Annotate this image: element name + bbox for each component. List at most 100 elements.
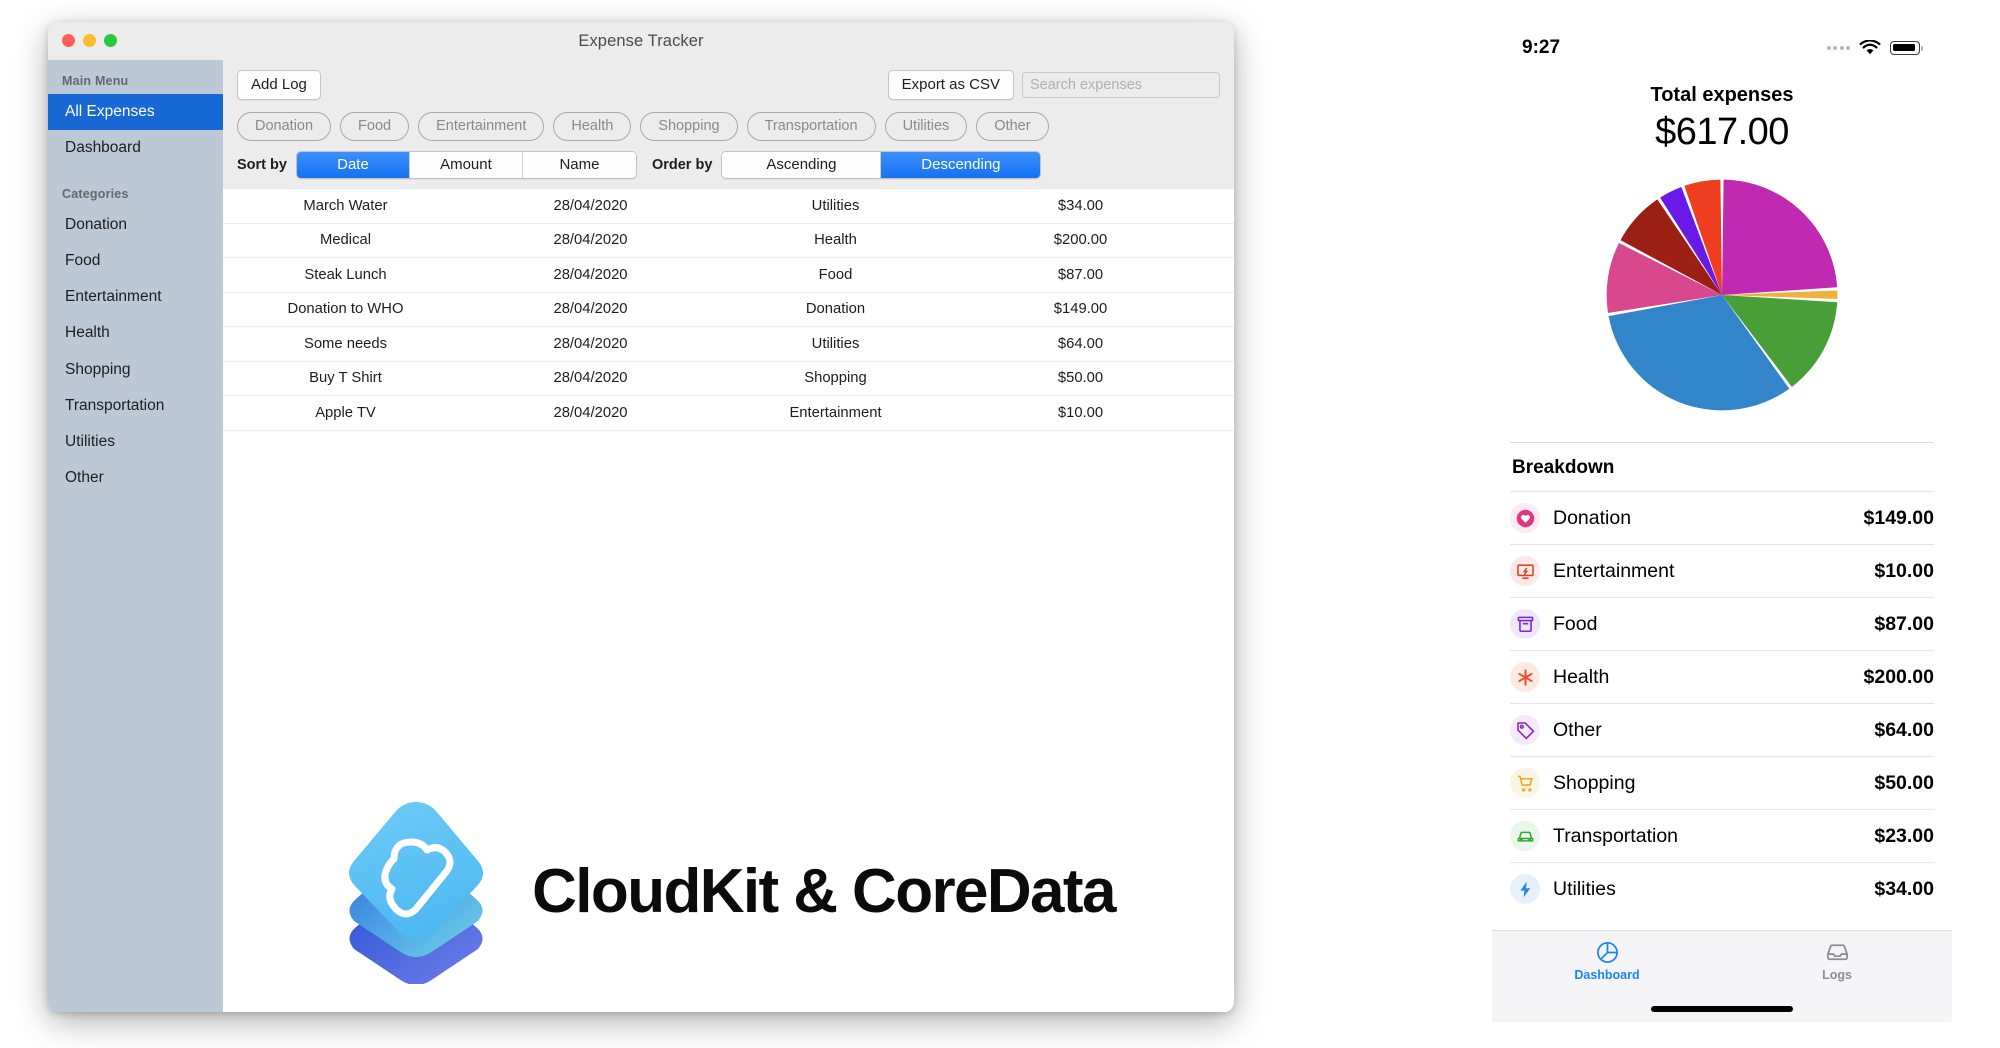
cell-name: Donation to WHO xyxy=(287,301,404,318)
tv-icon xyxy=(1510,556,1540,586)
sidebar-header-categories: Categories xyxy=(62,186,129,201)
breakdown-row-donation[interactable]: Donation $149.00 xyxy=(1510,491,1934,544)
cell-amount: $34.00 xyxy=(1057,197,1104,214)
chip-food[interactable]: Food xyxy=(340,112,410,141)
breakdown-row-shopping[interactable]: Shopping $50.00 xyxy=(1510,756,1934,809)
chip-entertainment[interactable]: Entertainment xyxy=(418,112,545,141)
breakdown-amount: $200.00 xyxy=(1863,665,1935,688)
order-option-descending[interactable]: Descending xyxy=(881,152,1041,178)
cloudkit-logo xyxy=(349,802,484,984)
table-row[interactable]: Some needs 28/04/2020 Utilities $64.00 xyxy=(223,327,1234,362)
table-row[interactable]: Apple TV 28/04/2020 Entertainment $10.00 xyxy=(223,396,1234,431)
sort-option-name[interactable]: Name xyxy=(522,152,636,178)
cell-category: Utilities xyxy=(811,197,860,214)
breakdown-amount: $10.00 xyxy=(1874,559,1934,582)
pie-chart-icon xyxy=(1596,942,1618,963)
breakdown-label: Food xyxy=(1553,612,1598,635)
breakdown-row-health[interactable]: Health $200.00 xyxy=(1510,650,1934,703)
export-as-csv-button[interactable]: Export as CSV xyxy=(887,70,1014,100)
minimize-window-button[interactable] xyxy=(83,34,96,47)
table-row[interactable]: Buy T Shirt 28/04/2020 Shopping $50.00 xyxy=(223,362,1234,396)
cell-amount: $10.00 xyxy=(1057,404,1104,421)
order-by-segmented-control: Ascending Descending xyxy=(721,151,1042,179)
cell-date: 28/04/2020 xyxy=(553,335,628,352)
sidebar-item-all-expenses[interactable]: All Expenses xyxy=(48,94,223,131)
close-window-button[interactable] xyxy=(62,34,75,47)
cell-amount: $50.00 xyxy=(1057,370,1104,387)
table-row[interactable]: Donation to WHO 28/04/2020 Donation $149… xyxy=(223,293,1234,327)
breakdown-row-entertainment[interactable]: Entertainment $10.00 xyxy=(1510,544,1934,597)
sidebar-item-dashboard[interactable]: Dashboard xyxy=(48,130,223,166)
status-bar: 9:27 xyxy=(1492,22,1952,74)
wifi-icon xyxy=(1859,40,1881,55)
sidebar-header-main-menu: Main Menu xyxy=(62,74,129,88)
chip-other[interactable]: Other xyxy=(976,112,1049,141)
cell-name: Buy T Shirt xyxy=(309,370,382,387)
chip-donation[interactable]: Donation xyxy=(237,112,332,141)
tray-icon xyxy=(1826,944,1848,961)
tab-bar: Dashboard Logs xyxy=(1492,930,1952,1022)
order-option-ascending[interactable]: Ascending xyxy=(722,152,882,178)
sort-option-amount[interactable]: Amount xyxy=(409,152,523,178)
sidebar-item-health[interactable]: Health xyxy=(48,315,223,351)
table-row[interactable]: Medical 28/04/2020 Health $200.00 xyxy=(223,224,1234,258)
main-content: Add Log Export as CSV Search expenses Do… xyxy=(223,60,1234,1012)
search-input[interactable]: Search expenses xyxy=(1022,72,1220,98)
cell-category: Utilities xyxy=(811,335,860,352)
chip-transportation[interactable]: Transportation xyxy=(746,112,876,141)
cell-category: Entertainment xyxy=(789,404,882,421)
tab-label: Dashboard xyxy=(1574,968,1640,982)
sort-option-date[interactable]: Date xyxy=(296,152,410,178)
sidebar-item-other[interactable]: Other xyxy=(48,460,223,496)
cell-amount: $64.00 xyxy=(1057,335,1104,352)
battery-icon xyxy=(1890,41,1924,55)
sidebar-item-transportation[interactable]: Transportation xyxy=(48,388,223,424)
breakdown-label: Shopping xyxy=(1553,771,1636,794)
toolbar: Add Log Export as CSV Search expenses xyxy=(223,60,1234,106)
table-row[interactable]: March Water 28/04/2020 Utilities $34.00 xyxy=(223,189,1234,224)
add-log-button[interactable]: Add Log xyxy=(237,70,321,100)
cell-date: 28/04/2020 xyxy=(553,370,628,387)
cell-category: Food xyxy=(818,266,853,283)
zoom-window-button[interactable] xyxy=(104,34,117,47)
breakdown-row-transportation[interactable]: Transportation $23.00 xyxy=(1510,809,1934,862)
breakdown-row-food[interactable]: Food $87.00 xyxy=(1510,597,1934,650)
breakdown-amount: $34.00 xyxy=(1874,877,1934,900)
sidebar-item-entertainment[interactable]: Entertainment xyxy=(48,279,223,315)
chip-shopping[interactable]: Shopping xyxy=(640,112,738,141)
breakdown-label: Other xyxy=(1553,718,1602,741)
chip-health[interactable]: Health xyxy=(553,112,632,141)
breakdown-row-utilities[interactable]: Utilities $34.00 xyxy=(1510,862,1934,915)
breakdown-row-other[interactable]: Other $64.00 xyxy=(1510,703,1934,756)
breakdown-label: Entertainment xyxy=(1553,559,1675,582)
window-title: Expense Tracker xyxy=(578,31,704,50)
sidebar-item-utilities[interactable]: Utilities xyxy=(48,424,223,460)
sort-by-label: Sort by xyxy=(237,157,287,173)
total-expenses-amount: $617.00 xyxy=(1655,111,1789,153)
cell-date: 28/04/2020 xyxy=(553,404,628,421)
basket-icon xyxy=(1510,609,1540,639)
breakdown-amount: $64.00 xyxy=(1874,718,1934,741)
cloudkit-banner: CloudKit & CoreData xyxy=(223,799,1234,984)
sidebar-item-donation[interactable]: Donation xyxy=(48,207,223,243)
cell-date: 28/04/2020 xyxy=(553,197,628,214)
sort-by-segmented-control: Date Amount Name xyxy=(295,151,637,179)
sidebar-item-food[interactable]: Food xyxy=(48,243,223,279)
sidebar-item-shopping[interactable]: Shopping xyxy=(48,352,223,388)
cell-name: Steak Lunch xyxy=(304,266,387,283)
chip-utilities[interactable]: Utilities xyxy=(884,112,968,141)
home-indicator xyxy=(1651,1006,1793,1012)
cart-icon xyxy=(1510,768,1540,798)
cell-category: Health xyxy=(814,232,857,249)
sidebar: Main Menu All Expenses Dashboard Categor… xyxy=(48,60,223,1012)
car-icon xyxy=(1510,821,1540,851)
breakdown-amount: $149.00 xyxy=(1863,506,1935,529)
breakdown-amount: $23.00 xyxy=(1874,824,1934,847)
cell-name: March Water xyxy=(303,197,388,214)
cell-category: Donation xyxy=(805,301,866,318)
cell-date: 28/04/2020 xyxy=(553,301,628,318)
table-row[interactable]: Steak Lunch 28/04/2020 Food $87.00 xyxy=(223,258,1234,293)
breakdown-label: Donation xyxy=(1553,506,1632,529)
cell-name: Apple TV xyxy=(315,404,376,421)
